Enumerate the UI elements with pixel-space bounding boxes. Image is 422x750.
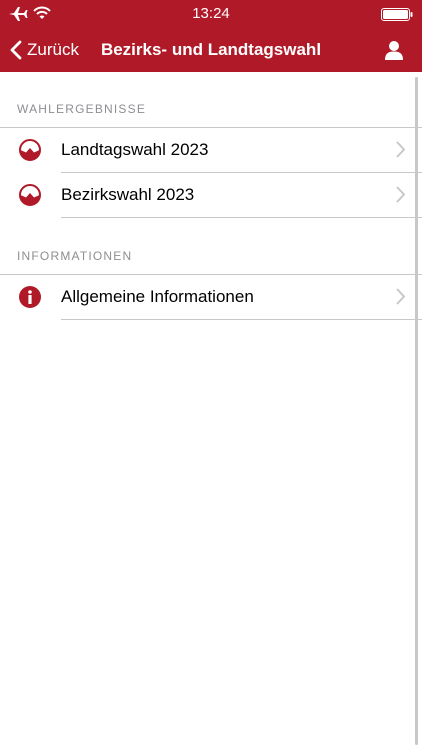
- chevron-right-icon: [396, 186, 405, 203]
- chevron-right-icon: [396, 141, 405, 158]
- list-item-label: Landtagswahl 2023: [61, 140, 209, 159]
- list-item-bezirkswahl[interactable]: Bezirkswahl 2023: [0, 173, 422, 217]
- chevron-right-icon: [396, 288, 405, 305]
- list-item-label: Allgemeine Informationen: [61, 287, 254, 306]
- list-item-label: Bezirkswahl 2023: [61, 185, 195, 204]
- vertical-scrollbar[interactable]: [415, 77, 418, 745]
- list-item-allgemeine-informationen[interactable]: Allgemeine Informationen: [0, 275, 422, 319]
- settings-list: WAHLERGEBNISSE Landtagswahl 2023 Bezirks…: [0, 72, 422, 750]
- back-button[interactable]: Zurück: [10, 38, 79, 62]
- navigation-bar: Zurück Bezirks- und Landtagswahl: [0, 28, 422, 72]
- chevron-left-icon: [10, 40, 22, 60]
- section-header-informationen: INFORMATIONEN: [17, 249, 133, 263]
- election-logo-icon: [19, 184, 41, 206]
- status-time: 13:24: [192, 5, 230, 22]
- election-logo-icon: [19, 139, 41, 161]
- battery-icon: [381, 8, 413, 21]
- row-divider: [61, 319, 422, 320]
- list-item-landtagswahl[interactable]: Landtagswahl 2023: [0, 128, 422, 172]
- user-icon[interactable]: [384, 40, 404, 60]
- status-bar: 13:24: [0, 0, 422, 28]
- section-header-wahlergebnisse: WAHLERGEBNISSE: [17, 102, 147, 116]
- top-bar: 13:24 Zurück Bezirks- und Landtagswahl: [0, 0, 422, 72]
- back-button-label: Zurück: [27, 40, 79, 59]
- row-divider: [61, 217, 422, 218]
- info-icon: [19, 286, 41, 308]
